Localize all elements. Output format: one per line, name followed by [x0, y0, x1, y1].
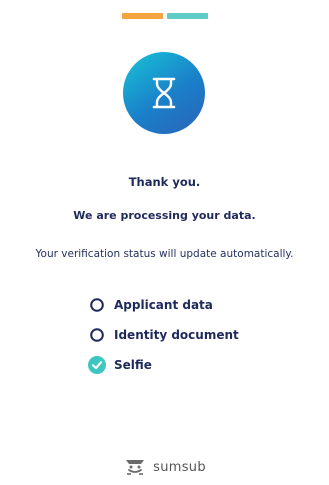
sumsub-branding: sumsub [0, 458, 329, 476]
verification-status-screen: Thank you. We are processing your data. … [0, 0, 329, 485]
step-label: Selfie [114, 358, 152, 372]
hourglass-icon [152, 77, 176, 109]
step-label: Applicant data [114, 298, 213, 312]
status-info-text: Your verification status will update aut… [35, 248, 294, 260]
processing-message: We are processing your data. [73, 209, 256, 222]
progress-segment-2 [166, 13, 208, 19]
hourglass-badge [123, 52, 205, 134]
page-title: Thank you. [128, 175, 201, 189]
step-applicant-data: Applicant data [88, 290, 239, 320]
sumsub-logo-icon [126, 460, 145, 475]
step-progress-bar [0, 13, 329, 19]
progress-segment-1 [121, 13, 163, 19]
verification-steps-list: Applicant data Identity document Selfie [88, 290, 239, 380]
step-label: Identity document [114, 328, 239, 342]
empty-circle-icon [88, 296, 106, 314]
brand-name: sumsub [153, 459, 206, 475]
empty-circle-icon [88, 326, 106, 344]
step-selfie: Selfie [88, 350, 239, 380]
step-identity-document: Identity document [88, 320, 239, 350]
check-circle-icon [88, 356, 106, 374]
